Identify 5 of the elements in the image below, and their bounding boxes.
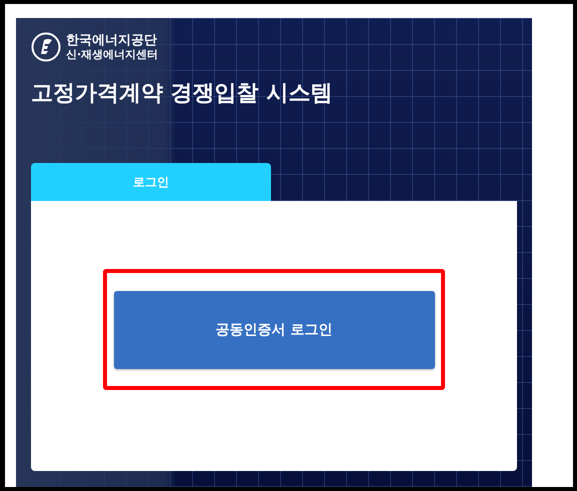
page-title: 고정가격계약 경쟁입찰 시스템 [31,80,334,108]
organization-name: 한국에너지공단 [66,34,158,48]
logo-icon [31,32,61,62]
certificate-login-button[interactable]: 공동인증서 로그인 [114,290,434,368]
organization-subname: 신·재생에너지센터 [66,48,158,60]
